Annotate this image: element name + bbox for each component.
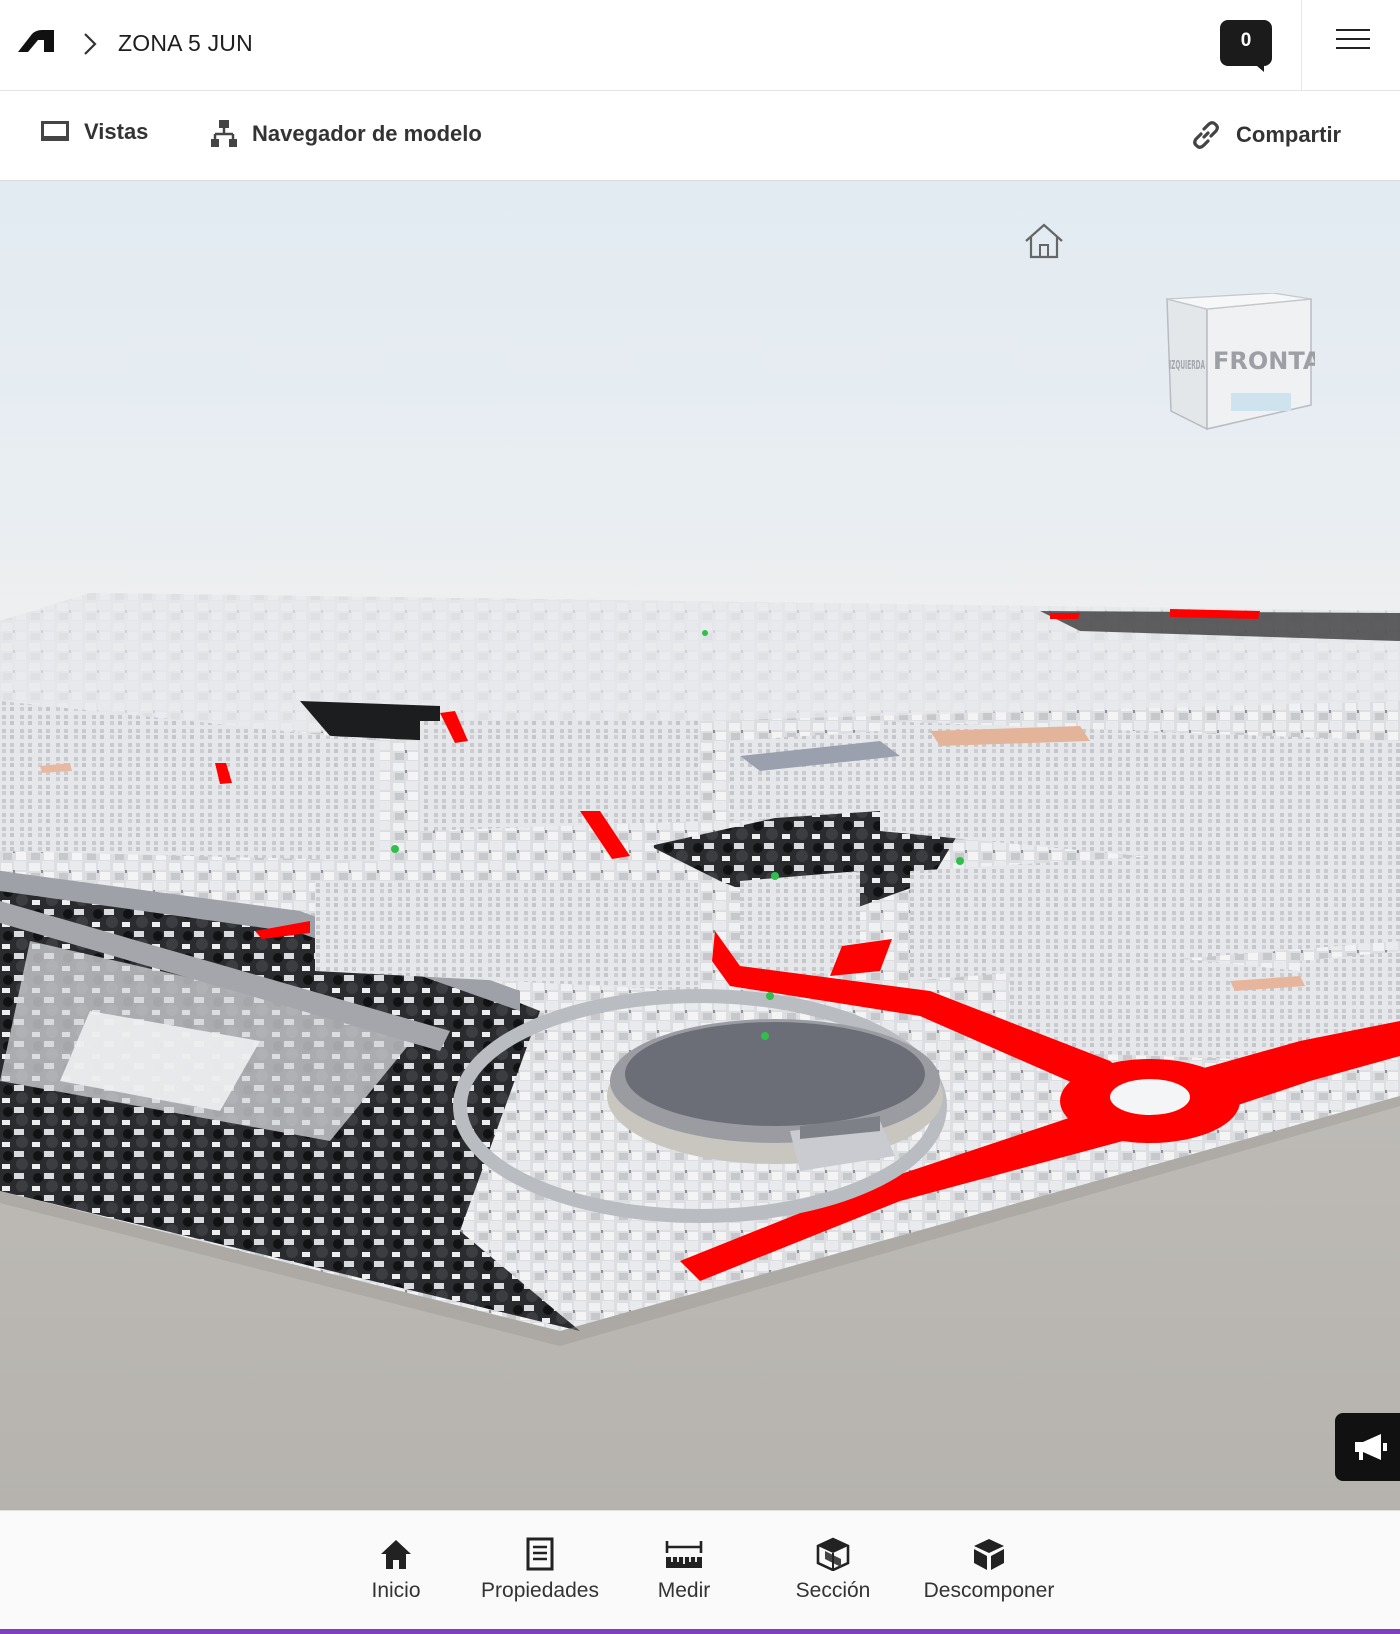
tool-measure-label: Medir [657,1579,711,1602]
tool-section-label: Sección [795,1579,871,1602]
bottom-toolbar: Inicio Propiedades Medir Sección Descomp… [0,1510,1400,1634]
megaphone-icon [1355,1434,1387,1460]
home-icon [381,1540,411,1569]
tool-home-button[interactable]: Inicio [321,1537,471,1603]
hamburger-menu-icon[interactable] [1336,22,1370,58]
tool-measure-button[interactable]: Medir [609,1537,759,1603]
tool-explode-label: Descomponer [923,1579,1055,1602]
viewcube-left-label: IZQUIERDA [1169,358,1205,372]
views-label: Vistas [84,119,149,144]
comments-button[interactable]: 0 [1220,20,1272,72]
model-browser-label: Navegador de modelo [252,121,482,146]
autodesk-logo-icon[interactable] [16,28,56,54]
announcement-button[interactable] [1335,1413,1400,1481]
top-toolbar: Vistas Navegador de modelo Compartir [0,91,1400,181]
tool-home-label: Inicio [371,1579,421,1602]
tool-properties-button[interactable]: Propiedades [465,1537,615,1603]
tool-explode-button[interactable]: Descomponer [914,1537,1064,1603]
breadcrumb-chevron-icon [84,33,97,55]
tool-properties-label: Propiedades [481,1579,599,1602]
explode-icon [974,1539,1004,1570]
3d-viewer-canvas[interactable]: FRONTAL IZQUIERDA [0,181,1400,1510]
section-icon [816,1537,850,1571]
header-divider [1301,0,1302,91]
app-header: ZONA 5 JUN 0 [0,0,1400,91]
model-browser-button[interactable]: Navegador de modelo [210,119,482,149]
viewcube-front-label: FRONTAL [1213,347,1315,375]
speech-bubble-tail [1250,60,1264,72]
comments-count: 0 [1240,30,1252,51]
measure-icon [665,1541,703,1568]
hierarchy-icon [211,120,237,147]
link-icon [1193,121,1219,149]
views-button[interactable]: Vistas [40,119,148,145]
project-title[interactable]: ZONA 5 JUN [118,30,253,57]
share-label: Compartir [1236,122,1342,147]
tool-section-button[interactable]: Sección [758,1537,908,1603]
viewcube-icon[interactable]: FRONTAL IZQUIERDA [1165,293,1315,433]
monitor-icon [41,121,69,141]
share-button[interactable]: Compartir [1190,119,1341,151]
bottom-accent-bar [0,1629,1400,1634]
properties-icon [526,1537,554,1571]
home-view-icon[interactable] [1022,221,1066,261]
